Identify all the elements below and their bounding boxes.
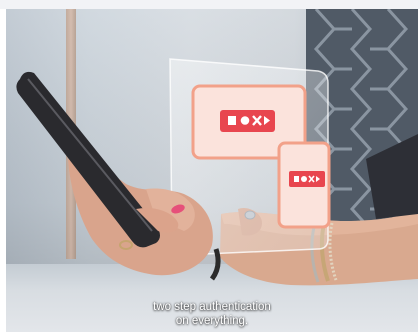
- subtitle-line-2: on everything.: [175, 315, 249, 327]
- top-border: [0, 0, 420, 9]
- video-still: two step authentication on everything.: [6, 9, 418, 332]
- subtitle-line-1: two step authentication: [153, 301, 271, 313]
- video-frame: two step authentication on everything.: [0, 0, 420, 332]
- two-step-auth-illustration: [191, 84, 331, 229]
- phone-screen-icon: [277, 141, 331, 229]
